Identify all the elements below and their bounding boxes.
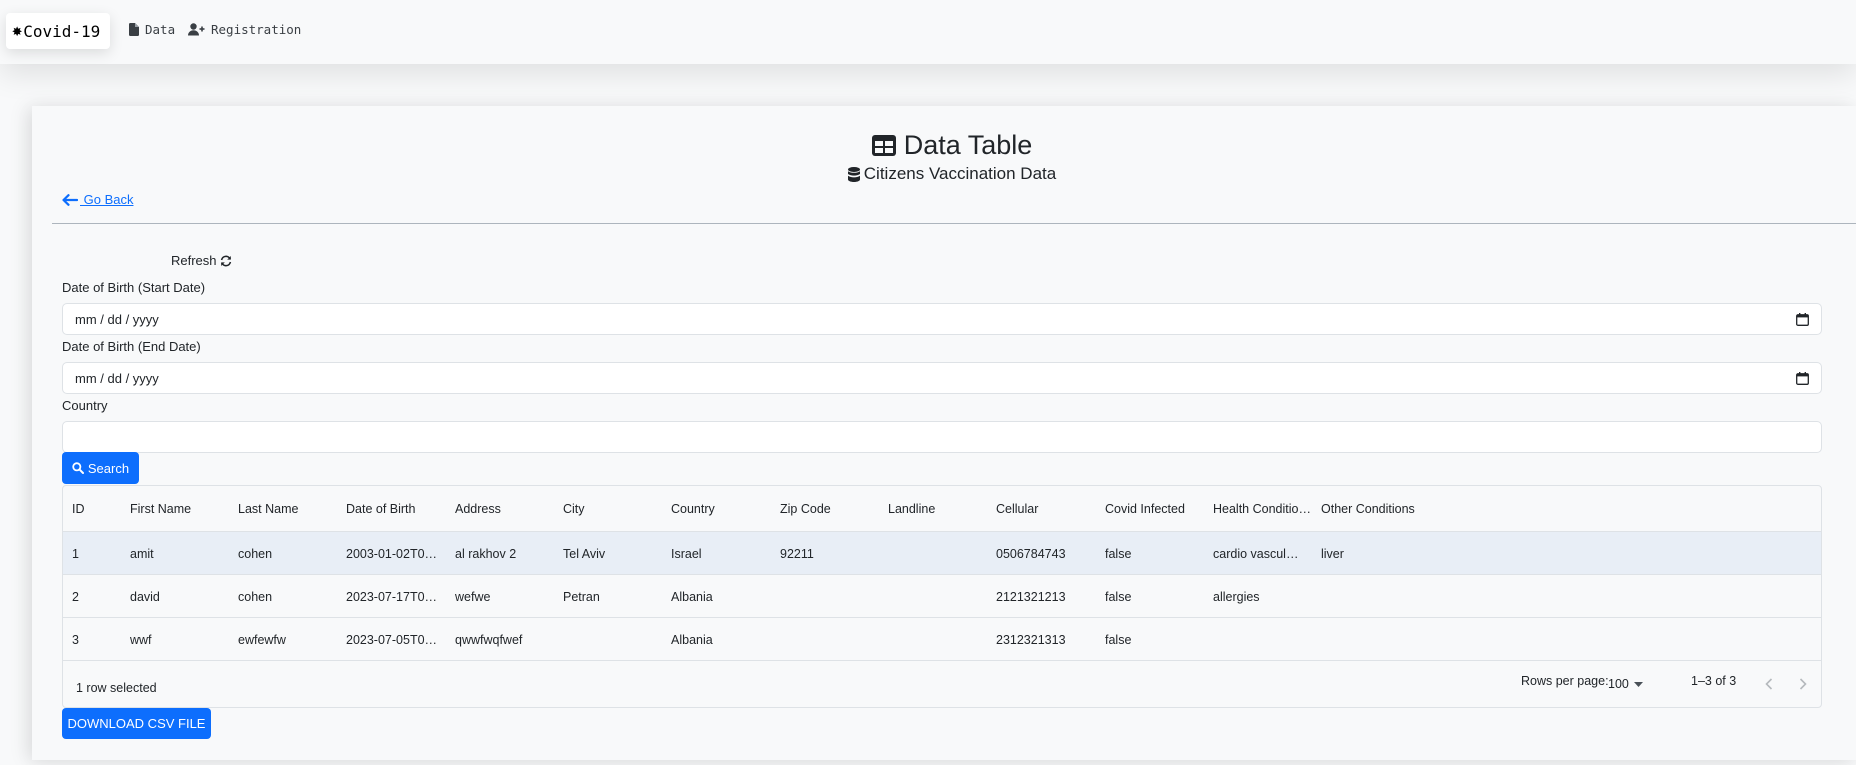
dob-end-label: Date of Birth (End Date): [62, 339, 201, 354]
column-header-first-name[interactable]: First Name: [130, 502, 230, 516]
nav-link-data-label: Data: [145, 22, 176, 37]
cell-date-of-birth: 2003-01-02T0…: [346, 547, 438, 561]
cell-country: Israel: [671, 547, 702, 561]
grid-header: ID First Name Last Name Date of Birth Ad…: [63, 486, 1821, 532]
dob-end-value: mm / dd / yyyy: [75, 370, 159, 386]
table-icon: [871, 135, 896, 156]
column-header-cellular[interactable]: Cellular: [996, 502, 1096, 516]
nav-link-registration-label: Registration: [211, 22, 302, 37]
download-csv-label: DOWNLOAD CSV FILE: [67, 716, 206, 731]
column-header-city[interactable]: City: [563, 502, 663, 516]
search-button-label: Search: [87, 460, 130, 476]
column-header-zip-code[interactable]: Zip Code: [780, 502, 880, 516]
brand-label: Covid-19: [23, 21, 101, 41]
cell-cellular: 2312321313: [996, 633, 1066, 647]
file-icon: [129, 23, 139, 36]
country-input[interactable]: [62, 421, 1822, 453]
divider: [52, 223, 1856, 224]
go-back-link[interactable]: Go Back: [62, 192, 133, 207]
refresh-icon: [220, 255, 231, 266]
refresh-button[interactable]: Refresh: [171, 253, 232, 268]
page-title-text: Data Table: [903, 130, 1033, 160]
column-header-landline[interactable]: Landline: [888, 502, 988, 516]
table-row[interactable]: 1 amit cohen 2003-01-02T0… al rakhov 2 T…: [63, 532, 1821, 575]
calendar-icon[interactable]: [1796, 372, 1809, 385]
cell-date-of-birth: 2023-07-17T0…: [346, 590, 438, 604]
cell-covid-infected: false: [1105, 590, 1132, 604]
cell-first-name: wwf: [130, 633, 152, 647]
cell-address: wefwe: [455, 590, 491, 604]
column-header-other-conditions[interactable]: Other Conditions: [1321, 502, 1441, 516]
cell-zip-code: 92211: [780, 547, 814, 561]
navbar: ✸ Covid-19 Data Registration: [0, 0, 1856, 64]
chevron-left-icon[interactable]: [1765, 678, 1773, 690]
cell-address: qwwfwqfwef: [455, 633, 523, 647]
page-subtitle: Citizens Vaccination Data: [32, 164, 1856, 187]
caret-down-icon: [1633, 681, 1643, 687]
cell-health-conditions: allergies: [1213, 590, 1260, 604]
database-icon: [847, 166, 860, 182]
column-header-last-name[interactable]: Last Name: [238, 502, 338, 516]
page-title: Data Table: [32, 130, 1856, 163]
cell-last-name: cohen: [238, 547, 273, 561]
grid-footer: 1 row selected Rows per page: 100 1–3 of…: [63, 662, 1821, 708]
data-grid: ID First Name Last Name Date of Birth Ad…: [62, 485, 1822, 708]
rows-per-page-select[interactable]: 100: [1608, 677, 1643, 691]
page-subtitle-text: Citizens Vaccination Data: [863, 164, 1057, 183]
table-row[interactable]: 2 david cohen 2023-07-17T0… wefwe Petran…: [63, 575, 1821, 618]
user-plus-icon: [188, 23, 205, 36]
brand-link[interactable]: ✸ Covid-19: [6, 13, 110, 49]
go-back-label: Go Back: [80, 192, 134, 207]
pagination-range: 1–3 of 3: [1691, 674, 1737, 688]
cell-covid-infected: false: [1105, 633, 1132, 647]
dob-start-input[interactable]: mm / dd / yyyy: [62, 303, 1822, 335]
cell-city: Petran: [563, 590, 600, 604]
cell-cellular: 2121321213: [996, 590, 1066, 604]
refresh-label: Refresh: [171, 253, 217, 268]
cell-address: al rakhov 2: [455, 547, 517, 561]
column-header-covid-infected[interactable]: Covid Infected: [1105, 502, 1205, 516]
rows-per-page-value: 100: [1608, 677, 1629, 691]
column-header-health-conditions[interactable]: Health Conditio…: [1213, 502, 1313, 516]
cell-other-conditions: liver: [1321, 547, 1344, 561]
data-card: Data Table Citizens Vaccination Data Go …: [32, 106, 1856, 760]
cell-first-name: amit: [130, 547, 154, 561]
column-header-date-of-birth[interactable]: Date of Birth: [346, 502, 446, 516]
cell-last-name: ewfewfw: [238, 633, 286, 647]
nav-link-registration[interactable]: Registration: [188, 22, 301, 37]
rows-per-page-label: Rows per page:: [1521, 674, 1609, 688]
nav-link-data[interactable]: Data: [129, 22, 175, 37]
chevron-right-icon[interactable]: [1799, 678, 1807, 690]
cell-last-name: cohen: [238, 590, 273, 604]
cell-country: Albania: [671, 633, 713, 647]
country-label: Country: [62, 398, 108, 413]
dob-start-label: Date of Birth (Start Date): [62, 280, 206, 295]
dob-start-value: mm / dd / yyyy: [75, 311, 159, 327]
gear-icon: ✸: [12, 20, 23, 41]
search-icon: [72, 462, 84, 474]
selected-row-count: 1 row selected: [76, 681, 157, 695]
dob-end-input[interactable]: mm / dd / yyyy: [62, 362, 1822, 394]
calendar-icon[interactable]: [1796, 313, 1809, 326]
search-button[interactable]: Search: [62, 452, 139, 484]
column-header-country[interactable]: Country: [671, 502, 771, 516]
cell-first-name: david: [130, 590, 160, 604]
download-csv-button[interactable]: DOWNLOAD CSV FILE: [62, 708, 211, 739]
cell-covid-infected: false: [1105, 547, 1132, 561]
table-row[interactable]: 3 wwf ewfewfw 2023-07-05T0… qwwfwqfwef A…: [63, 618, 1821, 661]
arrow-left-icon: [62, 193, 78, 206]
cell-city: Tel Aviv: [563, 547, 606, 561]
cell-date-of-birth: 2023-07-05T0…: [346, 633, 438, 647]
cell-cellular: 0506784743: [996, 547, 1066, 561]
cell-country: Albania: [671, 590, 713, 604]
cell-health-conditions: cardio vascul…: [1213, 547, 1299, 561]
column-header-address[interactable]: Address: [455, 502, 555, 516]
